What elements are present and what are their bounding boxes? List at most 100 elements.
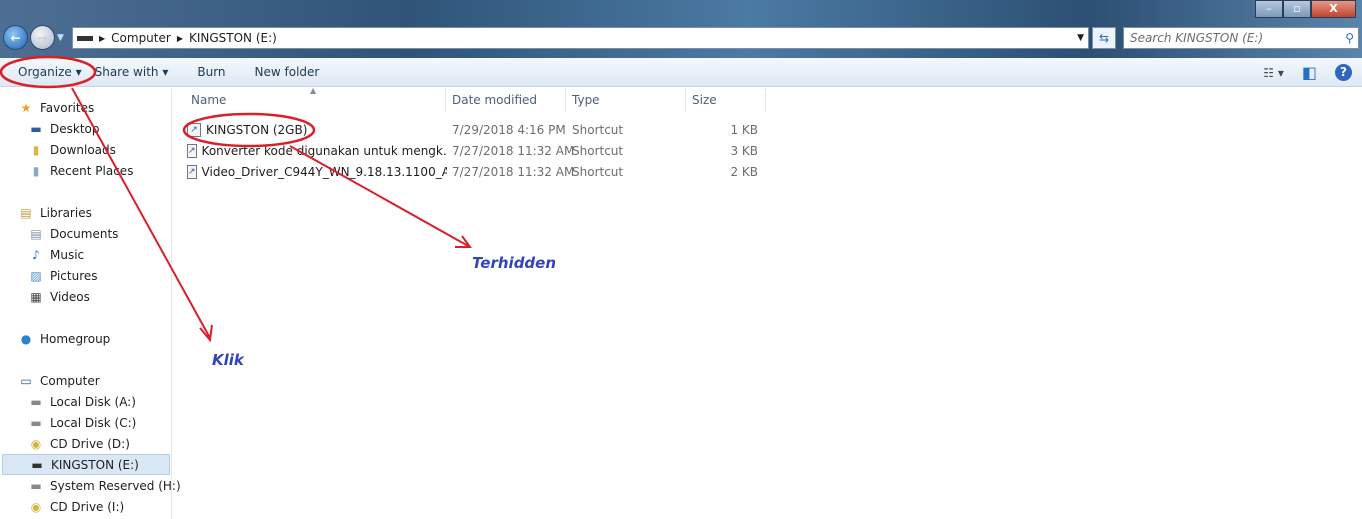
sidebar-item-label: Recent Places	[50, 163, 134, 178]
sidebar-item-label: CD Drive (I:)	[50, 499, 125, 514]
sidebar-item-label: Local Disk (A:)	[50, 394, 136, 409]
sidebar-item-label: Documents	[50, 226, 119, 241]
sidebar-item-cd-drive-d[interactable]: ◉ CD Drive (D:)	[28, 433, 130, 454]
file-type: Shortcut	[572, 143, 624, 158]
recent-places-icon: ▮	[32, 163, 40, 178]
sidebar-item-favorites[interactable]: ★ Favorites	[18, 97, 95, 118]
file-date: 7/27/2018 11:32 AM	[452, 143, 575, 158]
column-header-type[interactable]: Type	[566, 88, 686, 112]
column-header-size[interactable]: Size	[686, 88, 766, 112]
sidebar-item-label: Homegroup	[40, 331, 111, 346]
drive-icon	[77, 35, 93, 41]
breadcrumb-separator-icon: ▶	[176, 33, 183, 43]
file-date: 7/27/2018 11:32 AM	[452, 164, 575, 179]
sort-arrow-icon: ▲	[310, 86, 317, 95]
file-name: KINGSTON (2GB)	[206, 122, 308, 137]
file-name-cell: ↗ KINGSTON (2GB)	[187, 122, 447, 137]
sidebar-item-pictures[interactable]: ▨ Pictures	[28, 265, 98, 286]
file-row[interactable]: ↗ Konverter kode digunakan untuk mengk...…	[187, 140, 777, 161]
search-placeholder: Search KINGSTON (E:)	[1130, 31, 1264, 45]
sidebar-item-label: Favorites	[40, 100, 95, 115]
computer-icon: ▭	[20, 373, 32, 388]
organize-button[interactable]: Organize ▾	[0, 65, 95, 79]
sidebar-item-libraries[interactable]: ▤ Libraries	[18, 202, 92, 223]
sidebar-item-videos[interactable]: ▦ Videos	[28, 286, 90, 307]
file-name-cell: ↗ Konverter kode digunakan untuk mengk...	[187, 143, 447, 158]
file-date: 7/29/2018 4:16 PM	[452, 122, 566, 137]
preview-pane-button[interactable]: ◧	[1302, 63, 1317, 82]
annotation-klik: Klik	[212, 351, 244, 369]
help-button[interactable]: ?	[1335, 64, 1352, 81]
minimize-button[interactable]: –	[1255, 0, 1283, 18]
annotation-terhidden: Terhidden	[472, 254, 557, 272]
search-input[interactable]: Search KINGSTON (E:) ⚲	[1123, 27, 1359, 49]
shortcut-icon: ↗	[187, 122, 201, 137]
sidebar-item-homegroup[interactable]: ● Homegroup	[18, 328, 111, 349]
sidebar-item-label: Music	[50, 247, 85, 262]
change-view-button[interactable]: ☷ ▾	[1263, 66, 1284, 80]
sidebar-item-cd-drive-i[interactable]: ◉ CD Drive (I:)	[28, 496, 124, 517]
navigation-pane: ★ Favorites ▬ Desktop ▮ Downloads ▮ Recent Plac…	[0, 88, 181, 519]
breadcrumb-computer[interactable]: Computer	[111, 31, 171, 45]
refresh-button[interactable]: ⇆	[1092, 27, 1116, 49]
maximize-button[interactable]: ▫	[1283, 0, 1311, 18]
sidebar-item-label: System Reserved (H:)	[50, 478, 181, 493]
cd-drive-icon: ◉	[30, 436, 42, 451]
file-row[interactable]: ↗ Video_Driver_C944Y_WN_9.18.13.1100_A0..…	[187, 161, 777, 182]
address-dropdown-icon[interactable]: ▼	[1077, 33, 1084, 43]
forward-button[interactable]: →	[30, 25, 55, 50]
back-button[interactable]: ←	[3, 25, 28, 50]
star-icon: ★	[20, 100, 32, 115]
search-icon[interactable]: ⚲	[1345, 31, 1354, 45]
sidebar-item-music[interactable]: ♪ Music	[28, 244, 84, 265]
homegroup-icon: ●	[20, 331, 32, 346]
sidebar-item-computer[interactable]: ▭ Computer	[18, 370, 100, 391]
address-bar[interactable]: ▶ Computer ▶ KINGSTON (E:) ▼	[72, 27, 1089, 49]
shortcut-icon: ↗	[187, 164, 197, 179]
recent-pages-dropdown[interactable]: ▼	[57, 33, 64, 43]
sidebar-item-system-reserved-h[interactable]: ▬ System Reserved (H:)	[28, 475, 181, 496]
sidebar-item-label: Videos	[50, 289, 90, 304]
sidebar-item-recent-places[interactable]: ▮ Recent Places	[28, 160, 134, 181]
file-type: Shortcut	[572, 122, 624, 137]
burn-button[interactable]: Burn	[181, 65, 238, 79]
sidebar-item-downloads[interactable]: ▮ Downloads	[28, 139, 116, 160]
cd-drive-icon: ◉	[30, 499, 42, 514]
breadcrumb-separator-icon: ▶	[99, 33, 106, 43]
sidebar-item-label: KINGSTON (E:)	[51, 457, 139, 472]
sidebar-item-kingston-e[interactable]: ▬ KINGSTON (E:)	[2, 454, 170, 475]
sidebar-item-label: CD Drive (D:)	[50, 436, 130, 451]
column-header-name[interactable]: Name ▲	[185, 86, 446, 112]
sidebar-item-label: Computer	[40, 373, 100, 388]
sidebar-item-label: Desktop	[50, 121, 100, 136]
command-bar: Organize ▾ Share with ▾ Burn New folder …	[0, 58, 1362, 87]
sidebar-item-label: Pictures	[50, 268, 98, 283]
column-header-date-modified[interactable]: Date modified	[446, 88, 566, 112]
close-button[interactable]: X	[1311, 0, 1356, 18]
music-icon: ♪	[32, 247, 40, 262]
pictures-icon: ▨	[30, 268, 42, 283]
file-size: 3 KB	[730, 143, 758, 158]
share-with-button[interactable]: Share with ▾	[95, 65, 182, 79]
file-name-cell: ↗ Video_Driver_C944Y_WN_9.18.13.1100_A0..…	[187, 164, 447, 179]
file-name: Video_Driver_C944Y_WN_9.18.13.1100_A0...	[201, 164, 447, 179]
file-row[interactable]: ↗ KINGSTON (2GB) 7/29/2018 4:16 PM Shortc…	[187, 119, 777, 140]
shortcut-icon: ↗	[187, 143, 197, 158]
drive-icon: ▬	[30, 394, 42, 409]
breadcrumb-kingston[interactable]: KINGSTON (E:)	[189, 31, 277, 45]
sidebar-item-local-disk-c[interactable]: ▬ Local Disk (C:)	[28, 412, 136, 433]
sidebar-item-desktop[interactable]: ▬ Desktop	[28, 118, 100, 139]
downloads-folder-icon: ▮	[32, 142, 40, 157]
new-folder-button[interactable]: New folder	[239, 65, 333, 79]
sidebar-item-local-disk-a[interactable]: ▬ Local Disk (A:)	[28, 391, 136, 412]
sidebar-item-documents[interactable]: ▤ Documents	[28, 223, 118, 244]
sidebar-item-label: Libraries	[40, 205, 92, 220]
libraries-icon: ▤	[20, 205, 32, 220]
desktop-icon: ▬	[30, 121, 42, 136]
sidebar-item-label: Downloads	[50, 142, 116, 157]
file-size: 2 KB	[730, 164, 758, 179]
documents-icon: ▤	[30, 226, 42, 241]
file-type: Shortcut	[572, 164, 624, 179]
drive-icon: ▬	[30, 478, 42, 493]
sidebar-item-label: Local Disk (C:)	[50, 415, 137, 430]
